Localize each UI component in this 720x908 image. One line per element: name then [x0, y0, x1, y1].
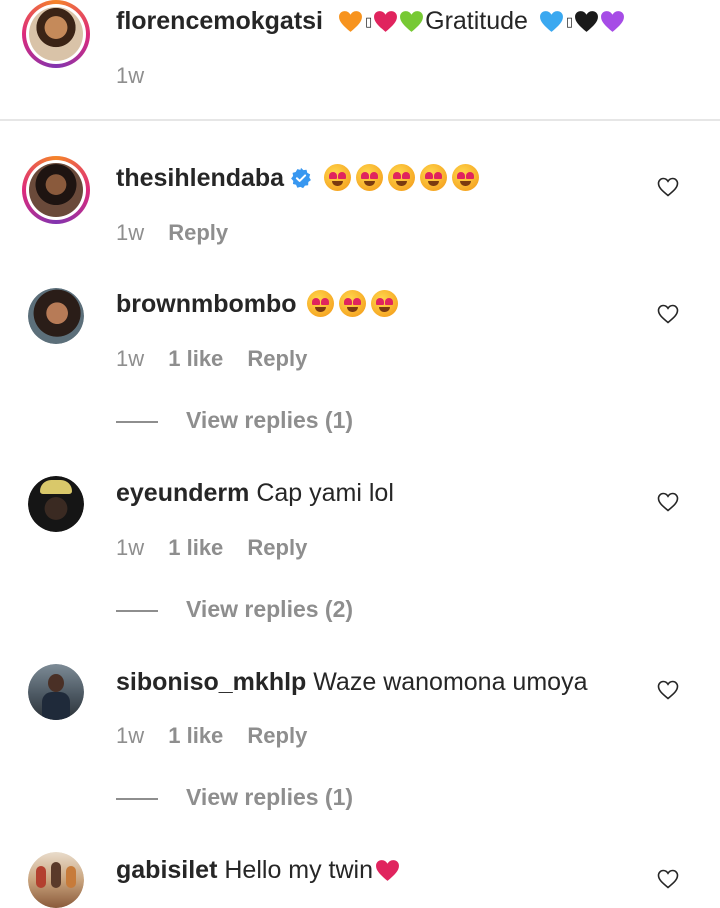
- view-replies-label: View replies (2): [186, 596, 354, 622]
- heart-eyes-emoji-icon: [307, 290, 335, 317]
- comment-line: siboniso_mkhlp Waze wanomona umoya: [116, 667, 587, 697]
- likes-count[interactable]: 1 like: [168, 723, 223, 748]
- replies-divider: [116, 797, 158, 800]
- like-heart-icon[interactable]: [656, 490, 680, 514]
- comment-avatar[interactable]: [28, 476, 84, 532]
- like-heart-icon[interactable]: [656, 175, 680, 199]
- red-heart-icon: [374, 11, 398, 32]
- comment-avatar[interactable]: [28, 852, 84, 908]
- comment-line: gabisilet Hello my twin: [116, 855, 401, 885]
- comment-line: thesihlendaba: [116, 163, 484, 193]
- caption-avatar[interactable]: [22, 0, 90, 68]
- comment-time: 1w: [116, 220, 145, 245]
- comment-username[interactable]: brownmbombo: [116, 290, 297, 318]
- heart-eyes-emoji-icon: [388, 164, 416, 191]
- black-heart-icon: [575, 11, 599, 32]
- comment-username[interactable]: eyeunderm: [116, 479, 249, 507]
- unsupported-emoji-icon: ▯: [364, 14, 373, 29]
- caption-line: florencemokgatsi ▯ Gratitude ▯: [116, 6, 626, 37]
- view-replies-button[interactable]: View replies (1): [116, 407, 353, 433]
- view-replies-button[interactable]: View replies (1): [116, 784, 353, 810]
- comment-username[interactable]: siboniso_mkhlp: [116, 668, 306, 696]
- replies-divider: [116, 420, 158, 423]
- caption-time: 1w: [116, 63, 145, 88]
- orange-heart-icon: [339, 11, 362, 32]
- caption-username[interactable]: florencemokgatsi: [116, 7, 323, 35]
- like-heart-icon[interactable]: [656, 302, 680, 326]
- comment-text: Cap yami lol: [256, 479, 394, 507]
- verified-badge-icon: [291, 167, 311, 189]
- comment-avatar[interactable]: [28, 664, 84, 720]
- red-heart-icon: [376, 860, 399, 881]
- comment-username[interactable]: thesihlendaba: [116, 164, 284, 192]
- view-replies-label: View replies (1): [186, 784, 354, 810]
- comment-time: 1w: [116, 535, 145, 560]
- purple-heart-icon: [601, 11, 625, 32]
- comment-line: eyeunderm Cap yami lol: [116, 478, 394, 508]
- green-heart-icon: [400, 11, 424, 32]
- caption-text: Gratitude: [425, 7, 528, 35]
- comment-meta: 1w 1 like Reply: [116, 535, 325, 561]
- like-heart-icon[interactable]: [656, 867, 680, 891]
- post-caption: florencemokgatsi ▯ Gratitude ▯ 1w: [0, 0, 720, 120]
- heart-eyes-emoji-icon: [324, 164, 352, 191]
- reply-button[interactable]: Reply: [168, 220, 228, 245]
- comment-text: Hello my twin: [224, 856, 374, 884]
- comment-username[interactable]: gabisilet: [116, 856, 217, 884]
- likes-count[interactable]: 1 like: [168, 535, 223, 560]
- view-replies-label: View replies (1): [186, 407, 354, 433]
- caption-meta: 1w: [116, 63, 162, 89]
- comment-line: brownmbombo: [116, 289, 403, 319]
- blue-heart-icon: [539, 11, 563, 32]
- reply-button[interactable]: Reply: [247, 346, 307, 371]
- reply-button[interactable]: Reply: [247, 535, 307, 560]
- like-heart-icon[interactable]: [656, 678, 680, 702]
- divider: [0, 119, 720, 121]
- comment-time: 1w: [116, 723, 145, 748]
- comment-avatar[interactable]: [28, 288, 84, 344]
- heart-eyes-emoji-icon: [339, 290, 367, 317]
- heart-eyes-emoji-icon: [356, 164, 384, 191]
- heart-eyes-emoji-icon: [452, 164, 480, 191]
- comment-avatar[interactable]: [22, 156, 90, 224]
- comment-meta: 1w 1 like Reply: [116, 723, 325, 749]
- comment-meta: 1w 1 like Reply: [116, 346, 325, 372]
- replies-divider: [116, 609, 158, 612]
- reply-button[interactable]: Reply: [247, 723, 307, 748]
- likes-count[interactable]: 1 like: [168, 346, 223, 371]
- heart-eyes-emoji-icon: [371, 290, 399, 317]
- view-replies-button[interactable]: View replies (2): [116, 596, 353, 622]
- comment-meta: 1w Reply: [116, 220, 246, 246]
- unsupported-emoji-icon: ▯: [565, 14, 574, 29]
- heart-eyes-emoji-icon: [420, 164, 448, 191]
- comment-time: 1w: [116, 346, 145, 371]
- comment-text: Waze wanomona umoya: [313, 668, 588, 696]
